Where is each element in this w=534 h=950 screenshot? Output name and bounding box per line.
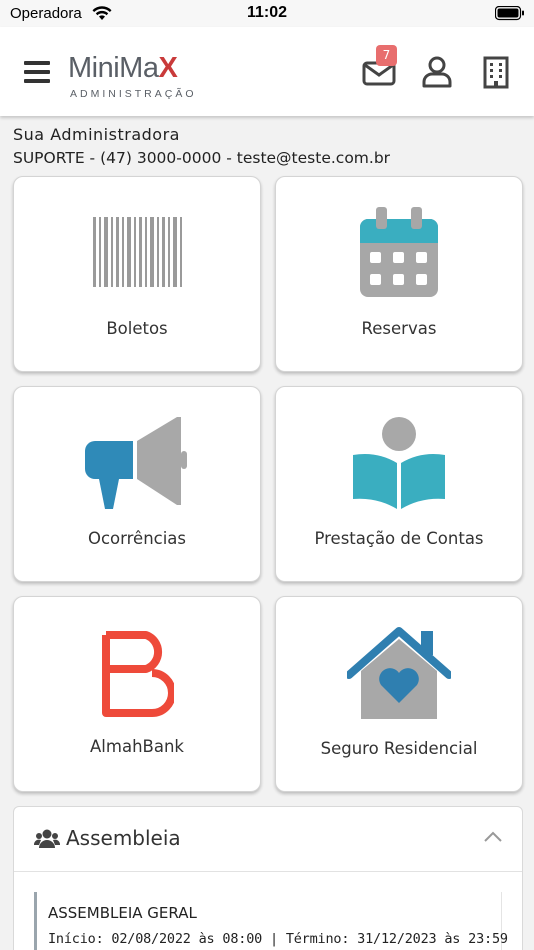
reading-book-icon: [353, 417, 445, 509]
tile-label: Ocorrências: [87, 529, 187, 548]
logo-text: MiniMa: [68, 52, 159, 84]
assembleia-panel: Assembleia ASSEMBLEIA GERAL Início: 02/0…: [13, 806, 523, 950]
tile-label: Prestação de Contas: [314, 529, 484, 548]
menu-button[interactable]: [24, 61, 50, 83]
status-bar: Operadora 11:02: [0, 0, 534, 27]
almahbank-logo-icon: [102, 631, 174, 717]
assembleia-title: Assembleia: [66, 826, 181, 850]
logo-x: X: [158, 52, 178, 84]
admin-name: Sua Administradora: [13, 125, 180, 144]
clock: 11:02: [247, 4, 288, 21]
assembleia-item-dates: Início: 02/08/2022 às 08:00 | Término: 3…: [48, 931, 508, 947]
users-icon: [34, 829, 60, 848]
calendar-icon: [360, 207, 438, 297]
assembleia-item-title: ASSEMBLEIA GERAL: [48, 904, 197, 922]
tile-prestacao-de-contas[interactable]: Prestação de Contas: [275, 386, 523, 582]
tile-almahbank[interactable]: AlmahBank: [13, 596, 261, 792]
tile-ocorrencias[interactable]: Ocorrências: [13, 386, 261, 582]
tile-label: AlmahBank: [90, 737, 184, 756]
tile-label: Boletos: [106, 319, 168, 338]
tile-seguro-residencial[interactable]: Seguro Residencial: [275, 596, 523, 792]
user-icon: [422, 56, 452, 88]
house-heart-icon: [347, 627, 451, 719]
admin-contact: SUPORTE - (47) 3000-0000 - teste@teste.c…: [13, 149, 391, 167]
tile-boletos[interactable]: Boletos: [13, 176, 261, 372]
app-header: MiniMaX ADMINISTRAÇÃO 7: [0, 27, 534, 116]
tile-label: Seguro Residencial: [320, 739, 478, 758]
carrier-label: Operadora: [10, 5, 82, 22]
logo-subtext: ADMINISTRAÇÃO: [70, 88, 197, 100]
building-icon: [483, 56, 509, 89]
wifi-icon: [92, 6, 112, 20]
megaphone-icon: [85, 417, 187, 509]
unread-badge: 7: [376, 45, 397, 66]
assembleia-item[interactable]: ASSEMBLEIA GERAL Início: 02/08/2022 às 0…: [34, 892, 508, 950]
assembleia-panel-header[interactable]: Assembleia: [14, 807, 522, 872]
chevron-up-icon[interactable]: [484, 831, 502, 843]
tile-reservas[interactable]: Reservas: [275, 176, 523, 372]
barcode-icon: [93, 217, 182, 287]
condo-button[interactable]: [480, 55, 516, 89]
profile-button[interactable]: [420, 55, 456, 89]
minimax-logo: MiniMaX ADMINISTRAÇÃO: [68, 52, 208, 104]
battery-icon: [495, 6, 524, 21]
tile-label: Reservas: [361, 319, 437, 338]
